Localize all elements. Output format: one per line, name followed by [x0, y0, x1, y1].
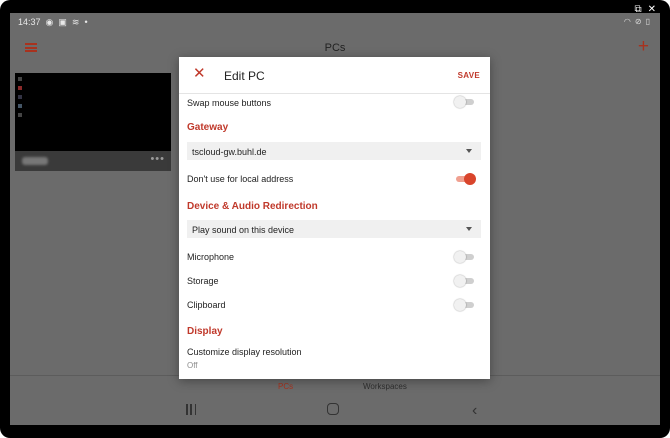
desktop-icon: [18, 77, 22, 81]
battery-icon: ▯: [645, 17, 650, 26]
pc-name-blurred: [22, 157, 48, 165]
back-icon[interactable]: ‹: [472, 402, 477, 420]
gateway-section-title: Gateway: [187, 122, 229, 133]
desktop-icon: [18, 86, 22, 90]
status-time: 14:37: [18, 17, 41, 27]
pc-card[interactable]: •••: [15, 73, 171, 171]
tab-workspaces[interactable]: Workspaces: [363, 382, 407, 391]
gateway-select[interactable]: tscloud-gw.buhl.de: [187, 142, 481, 160]
wifi-icon: ◠: [623, 17, 631, 26]
more-options-icon[interactable]: •••: [150, 153, 165, 165]
home-icon[interactable]: [327, 403, 339, 415]
desktop-icon: [18, 95, 22, 99]
edit-pc-dialog: ✕ Edit PC SAVE Swap mouse buttons Gatewa…: [179, 57, 490, 379]
status-icons-right: ◠ ⊘ ▯: [624, 17, 650, 26]
toggle-knob: [454, 251, 466, 263]
clipboard-toggle[interactable]: [454, 299, 474, 311]
desktop-icon: [18, 113, 22, 117]
display-section-title: Display: [187, 326, 223, 337]
microphone-toggle[interactable]: [454, 251, 474, 263]
save-button[interactable]: SAVE: [458, 71, 480, 80]
storage-label: Storage: [187, 276, 219, 286]
resolution-value: Off: [187, 361, 198, 370]
dialog-title: Edit PC: [224, 69, 265, 83]
toggle-knob: [454, 96, 466, 108]
resolution-label[interactable]: Customize display resolution: [187, 347, 302, 357]
toggle-knob: [454, 299, 466, 311]
swap-mouse-label: Swap mouse buttons: [187, 98, 272, 108]
system-nav-bar: ‹: [10, 397, 660, 425]
wifi-hotspot-icon: ≋: [71, 16, 80, 27]
redirection-section-title: Device & Audio Redirection: [187, 201, 318, 212]
dialog-header: ✕ Edit PC SAVE: [179, 57, 490, 94]
status-bar: 14:37 ◉ ▣ ≋ • ◠ ⊘ ▯: [10, 13, 660, 31]
device-frame: ⧉ ✕ 14:37 ◉ ▣ ≋ • ◠ ⊘ ▯ PCs + ••• PCs Wo…: [0, 0, 670, 438]
no-local-label: Don't use for local address: [187, 174, 294, 184]
dnd-icon: ⊘: [634, 17, 642, 26]
add-pc-button[interactable]: +: [638, 36, 649, 58]
sound-value: Play sound on this device: [192, 225, 295, 235]
tab-pcs[interactable]: PCs: [278, 382, 293, 391]
dropdown-arrow-icon: [466, 149, 472, 153]
desktop-icon: [18, 104, 22, 108]
microphone-label: Microphone: [187, 252, 235, 262]
pc-card-footer: •••: [15, 151, 171, 171]
recent-apps-icon[interactable]: [186, 404, 196, 415]
gateway-value: tscloud-gw.buhl.de: [192, 147, 267, 157]
notification-dot: •: [84, 17, 88, 27]
toggle-knob: [464, 173, 476, 185]
toggle-knob: [454, 275, 466, 287]
swap-mouse-toggle[interactable]: [454, 96, 474, 108]
no-local-toggle[interactable]: [456, 173, 476, 185]
page-title: PCs: [324, 42, 346, 54]
sound-select[interactable]: Play sound on this device: [187, 220, 481, 238]
clipboard-label: Clipboard: [187, 300, 226, 310]
storage-toggle[interactable]: [454, 275, 474, 287]
screenshot-icon: ▣: [58, 16, 67, 27]
eye-icon: ◉: [45, 16, 54, 27]
dropdown-arrow-icon: [466, 227, 472, 231]
close-icon[interactable]: ✕: [193, 66, 206, 81]
